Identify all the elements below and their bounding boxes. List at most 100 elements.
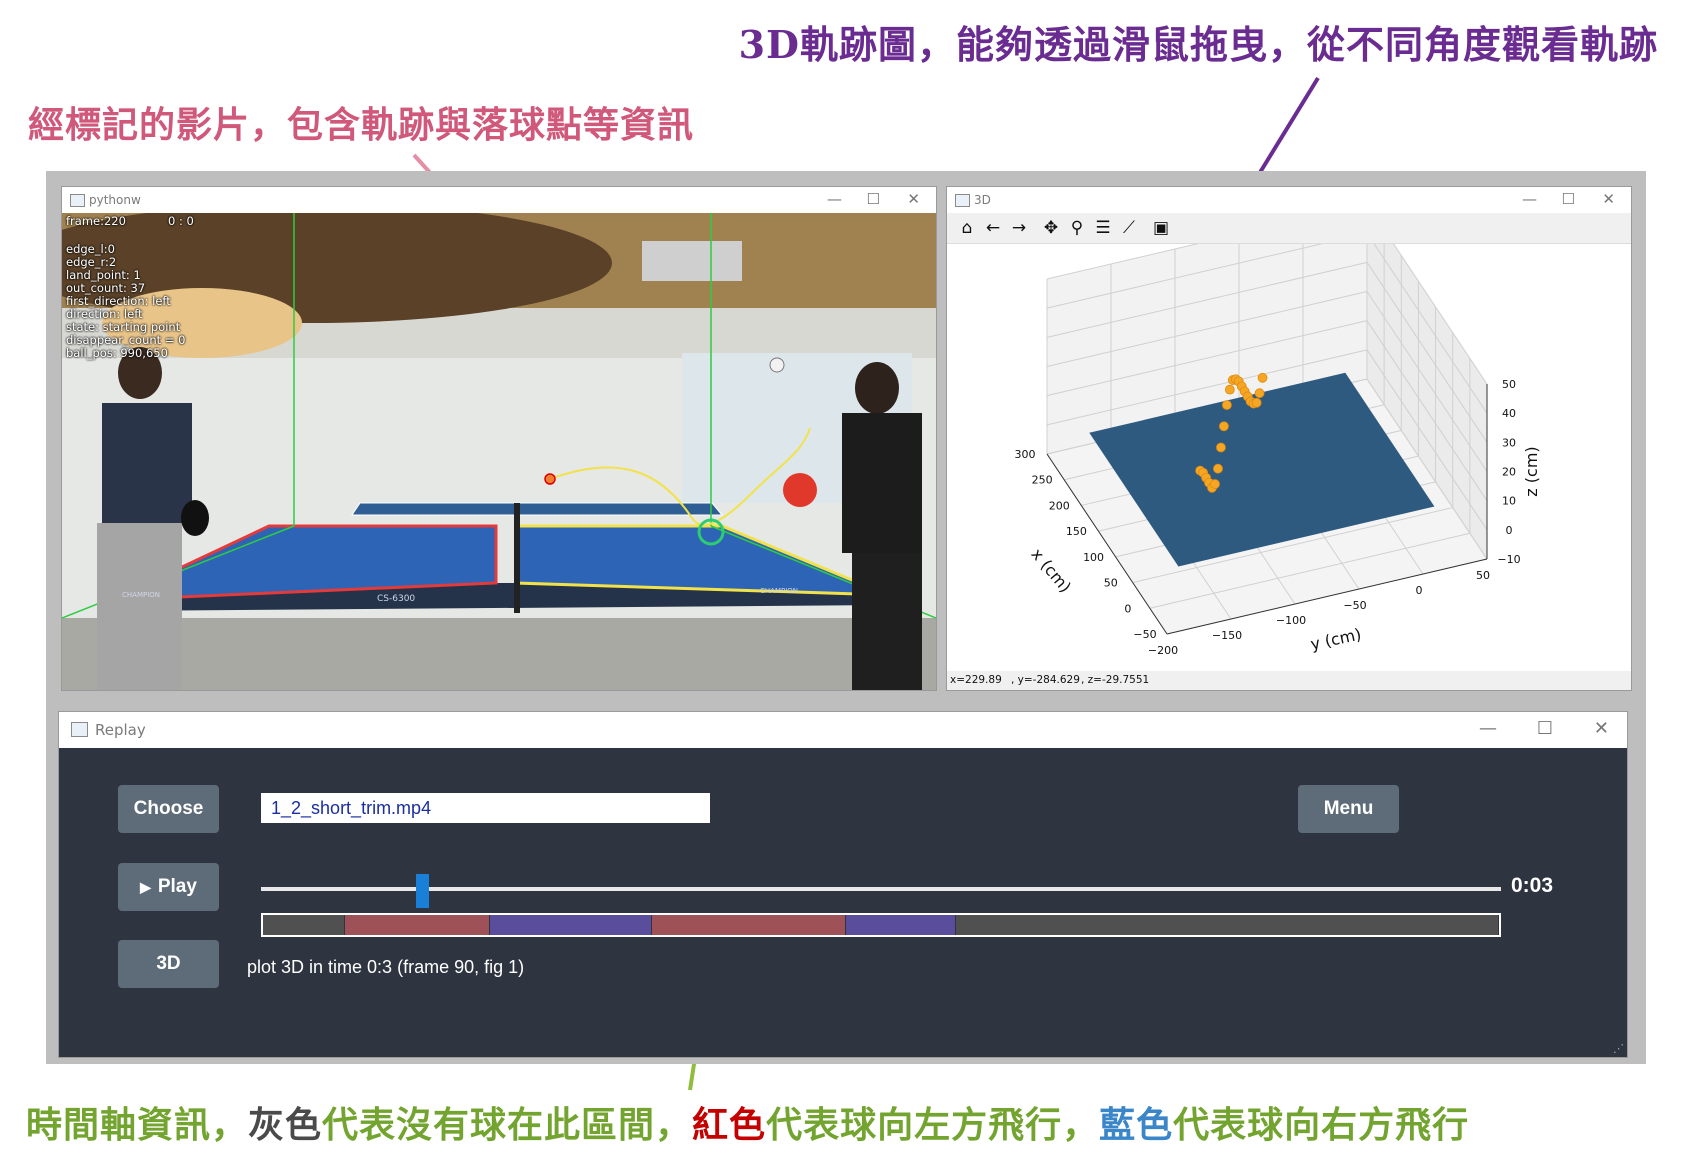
choose-button[interactable]: Choose	[118, 785, 219, 833]
z-tick-label: 30	[1502, 436, 1516, 449]
maximize-button[interactable]: ☐	[867, 190, 880, 208]
y-tick-label: −50	[1343, 599, 1366, 612]
score-readout: 0 : 0	[168, 214, 194, 228]
seek-slider-handle[interactable]	[416, 874, 430, 908]
timeline-segment-left[interactable]	[652, 915, 847, 935]
z-tick-label: 40	[1502, 407, 1516, 420]
z-tick-label: 10	[1502, 495, 1516, 508]
direction-timeline[interactable]	[261, 913, 1501, 937]
y-axis-label: y (cm)	[1309, 624, 1363, 653]
table-brand-right: CHAMPION	[760, 587, 798, 595]
window-title: pythonw	[89, 193, 141, 207]
maximize-button[interactable]: ☐	[1562, 190, 1575, 208]
trajectory-point	[1210, 479, 1220, 489]
plot-3d-window: 3D — ☐ ✕ ⌂ ← → ✥ ⚲ ☰ ⟋ ▣ −50 0 50 100 150 200 250 300−…	[946, 186, 1632, 691]
maximize-button[interactable]: ☐	[1537, 718, 1553, 739]
minimize-button[interactable]: —	[1479, 718, 1497, 739]
matplotlib-toolbar: ⌂ ← → ✥ ⚲ ☰ ⟋ ▣	[947, 213, 1631, 244]
plot-status-bar: x=229.89 , y=-284.629 , z=-29.7551	[947, 671, 1631, 690]
y-tick-label: −200	[1148, 644, 1178, 657]
forward-icon[interactable]: →	[1007, 216, 1031, 240]
screenshot-frame: pythonw — ☐ ✕ CHAMPION CS-6300 CHAMPION …	[46, 171, 1646, 1064]
seek-slider-track[interactable]	[261, 887, 1501, 891]
window-title: 3D	[974, 193, 991, 207]
resize-grip-icon[interactable]: ⋰	[1613, 1042, 1624, 1055]
configure-subplots-icon[interactable]: ☰	[1091, 216, 1115, 240]
plot-titlebar[interactable]: 3D — ☐ ✕	[947, 187, 1631, 213]
replay-titlebar[interactable]: Replay — ☐ ✕	[59, 712, 1627, 748]
plot-3d-svg[interactable]: −50050100150200250300−200−150−100−500505…	[947, 203, 1631, 671]
close-button[interactable]: ✕	[1602, 190, 1615, 208]
replay-panel: Choose Menu ▶ Play 0:03 3D plot 3D in ti…	[59, 748, 1627, 1057]
x-tick-label: −50	[1133, 628, 1156, 641]
play-icon: ▶	[140, 878, 151, 895]
x-axis-label: x (cm)	[1027, 545, 1075, 597]
timeline-segment-right[interactable]	[490, 915, 653, 935]
frame-counter: frame:220	[66, 214, 126, 228]
app-icon	[70, 194, 85, 207]
video-titlebar[interactable]: pythonw — ☐ ✕	[62, 187, 936, 213]
timeline-segment-none[interactable]	[956, 915, 1499, 935]
play-label: Play	[157, 876, 197, 897]
x-tick-label: 100	[1083, 551, 1104, 564]
y-tick-label: −100	[1276, 614, 1306, 627]
z-tick-label: 50	[1502, 378, 1516, 391]
trajectory-point	[1224, 384, 1235, 395]
x-tick-label: 0	[1124, 602, 1131, 615]
tracking-info: edge_l:0 edge_r:2 land_point: 1 out_count: …	[66, 243, 185, 360]
time-readout: 0:03	[1511, 874, 1554, 897]
axes-3d-box	[1046, 203, 1488, 635]
y-tick-label: 50	[1476, 569, 1490, 582]
y-tick-label: −150	[1212, 629, 1242, 642]
plot-3d-canvas[interactable]: −50 0 50 100 150 200 250 300 −200 −150 −100 −50 0 50 5…	[947, 203, 1631, 671]
trajectory-point	[1251, 397, 1262, 408]
x-tick-label: 150	[1066, 525, 1087, 538]
close-button[interactable]: ✕	[1594, 718, 1609, 739]
minimize-button[interactable]: —	[827, 190, 842, 208]
video-frame: CHAMPION CS-6300 CHAMPION frame:220 0 : …	[62, 213, 936, 690]
zoom-icon[interactable]: ⚲	[1065, 216, 1089, 240]
z-tick-label: −10	[1497, 553, 1520, 566]
app-icon	[955, 194, 970, 207]
timeline-segment-none[interactable]	[263, 915, 345, 935]
trajectory-point	[1254, 388, 1265, 399]
file-name-field[interactable]	[261, 793, 710, 823]
status-y: , y=-284.629	[1011, 674, 1080, 686]
back-icon[interactable]: ←	[981, 216, 1005, 240]
z-tick-label: 0	[1506, 524, 1513, 537]
trajectory-point	[1219, 421, 1229, 432]
status-z: , z=-29.7551	[1081, 674, 1150, 686]
x-tick-label: 50	[1104, 577, 1118, 590]
x-tick-label: 200	[1049, 499, 1070, 512]
timeline-segment-right[interactable]	[846, 915, 957, 935]
z-axis-label: z (cm)	[1522, 446, 1541, 496]
x-tick-label: 300	[1015, 448, 1036, 461]
replay-status: plot 3D in time 0:3 (frame 90, fig 1)	[247, 957, 525, 977]
y-tick-label: 0	[1416, 584, 1423, 597]
app-icon	[71, 722, 88, 737]
window-title: Replay	[95, 721, 146, 739]
plot-3d-button[interactable]: 3D	[118, 940, 219, 988]
trajectory-point	[1221, 400, 1232, 410]
pan-icon[interactable]: ✥	[1039, 216, 1063, 240]
home-icon[interactable]: ⌂	[955, 216, 979, 240]
edit-axis-icon[interactable]: ⟋	[1117, 216, 1141, 240]
trajectory-point	[1213, 463, 1223, 474]
z-tick-label: 20	[1502, 466, 1516, 479]
replay-window: Replay — ☐ ✕ Choose Menu ▶ Play 0:03 3D …	[58, 711, 1628, 1058]
table-model: CS-6300	[377, 594, 415, 604]
save-icon[interactable]: ▣	[1149, 216, 1173, 240]
video-window: pythonw — ☐ ✕ CHAMPION CS-6300 CHAMPION …	[61, 186, 937, 691]
close-button[interactable]: ✕	[907, 190, 920, 208]
trajectory-point	[1257, 372, 1268, 383]
x-tick-label: 250	[1032, 474, 1053, 487]
menu-button[interactable]: Menu	[1298, 785, 1399, 833]
trajectory-point	[1216, 442, 1226, 453]
minimize-button[interactable]: —	[1522, 190, 1537, 208]
status-x: x=229.89	[950, 674, 1002, 686]
play-button[interactable]: ▶ Play	[118, 863, 219, 911]
table-brand-left: CHAMPION	[122, 591, 160, 599]
timeline-segment-left[interactable]	[344, 915, 491, 935]
video-scene: CHAMPION CS-6300 CHAMPION	[62, 213, 936, 690]
tracking-info-line: ball_pos: 990,650	[66, 346, 168, 360]
